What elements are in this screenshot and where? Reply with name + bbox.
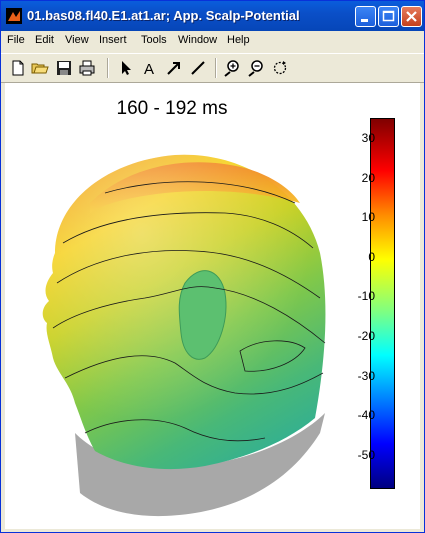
menu-view[interactable]: View (65, 34, 89, 46)
colorbar-tick: 10 (361, 210, 375, 224)
app-window: 01.bas08.fl40.E1.at1.ar; App. Scalp-Pote… (0, 0, 425, 533)
colorbar-tick: -20 (357, 329, 375, 343)
figure-title: 160 - 192 ms (116, 98, 228, 119)
text-icon[interactable]: A (141, 59, 159, 77)
save-icon[interactable] (55, 59, 73, 77)
matlab-icon (6, 8, 22, 24)
arrow-icon[interactable] (165, 59, 183, 77)
print-icon[interactable] (78, 59, 96, 77)
zoom-out-icon[interactable] (247, 59, 265, 77)
menu-insert[interactable]: Insert (99, 34, 127, 46)
new-file-icon[interactable] (9, 59, 27, 77)
menu-tools[interactable]: Tools (141, 34, 167, 46)
colorbar-tick: -10 (357, 289, 375, 303)
colorbar-tick: -50 (357, 448, 375, 462)
rotate-icon[interactable] (271, 59, 289, 77)
colorbar-tick: -40 (357, 408, 375, 422)
title-bar[interactable]: 01.bas08.fl40.E1.at1.ar; App. Scalp-Pote… (1, 1, 424, 31)
svg-text:A: A (144, 61, 154, 77)
maximize-icon (382, 10, 395, 22)
figure-canvas[interactable]: 160 - 192 ms 30 20 10 0 -10 -20 -30 -40 … (5, 83, 420, 529)
line-icon[interactable] (189, 59, 207, 77)
minimize-button[interactable] (355, 6, 376, 27)
toolbar-separator (107, 58, 109, 78)
toolbar-separator (215, 58, 217, 78)
zoom-in-icon[interactable] (223, 59, 241, 77)
open-folder-icon[interactable] (31, 59, 49, 77)
colorbar-tick: -30 (357, 369, 375, 383)
window-title: 01.bas08.fl40.E1.at1.ar; App. Scalp-Pote… (27, 8, 300, 23)
menu-help[interactable]: Help (227, 34, 250, 46)
colorbar-tick: 20 (361, 171, 375, 185)
figure-toolbar: A (1, 53, 424, 83)
minimize-icon (361, 19, 368, 22)
close-icon (406, 11, 417, 22)
maximize-button[interactable] (378, 6, 399, 27)
menu-edit[interactable]: Edit (35, 34, 54, 46)
colorbar-tick: 0 (368, 250, 375, 264)
colorbar-tick: 30 (361, 131, 375, 145)
scalp-potential-head-map[interactable] (15, 133, 345, 533)
menu-file[interactable]: File (7, 34, 25, 46)
menu-bar: File Edit View Insert Tools Window Help (1, 31, 424, 51)
menu-window[interactable]: Window (178, 34, 217, 46)
pointer-icon[interactable] (117, 59, 135, 77)
close-button[interactable] (401, 6, 422, 27)
